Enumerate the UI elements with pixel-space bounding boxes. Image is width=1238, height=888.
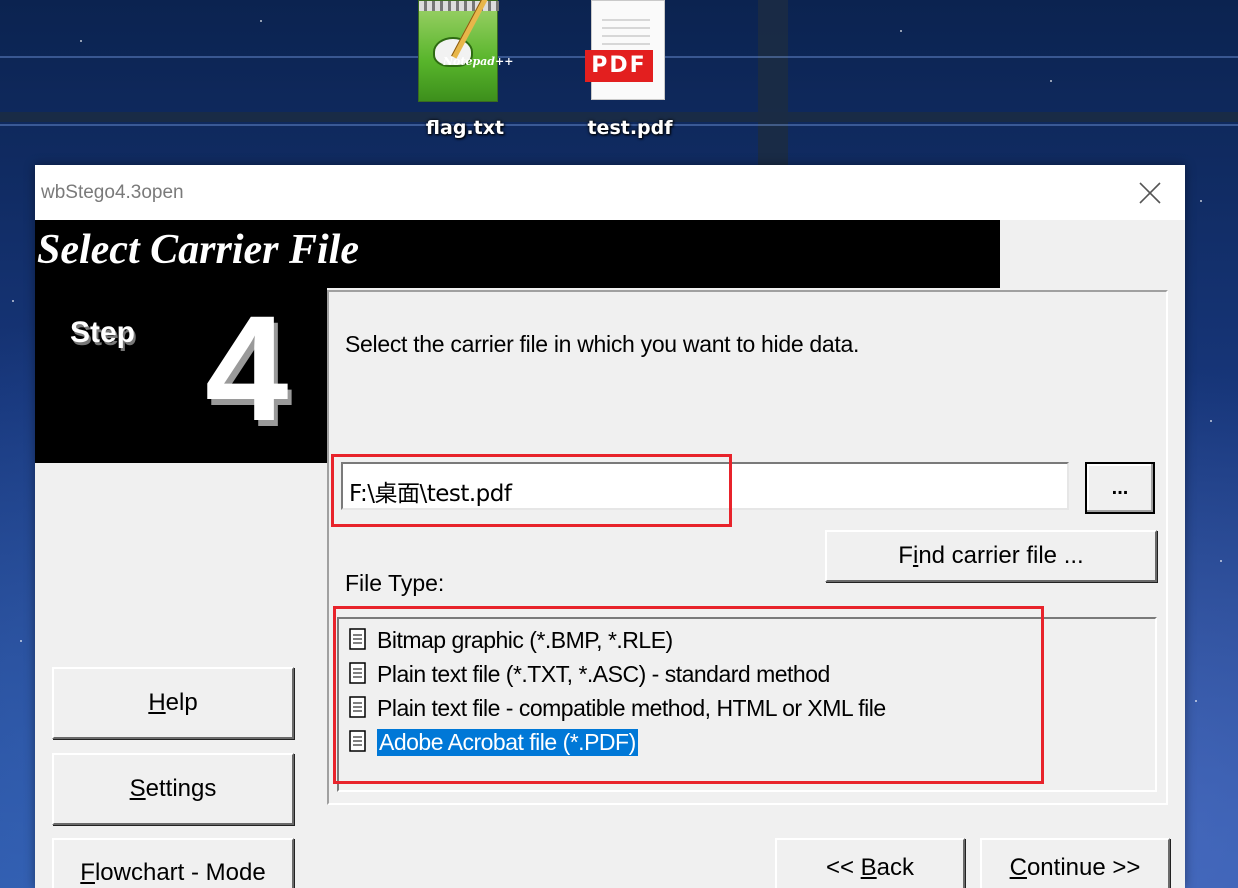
close-icon — [1139, 181, 1161, 204]
document-icon — [349, 696, 366, 718]
wbstego-window: wbStego4.3open Select Carrier File Step … — [35, 165, 1185, 888]
list-item-label: Plain text file (*.TXT, *.ASC) - standar… — [377, 660, 830, 687]
continue-label: ontinue >> — [1026, 854, 1141, 881]
document-icon — [349, 628, 366, 650]
step-number: 4 — [205, 284, 289, 452]
instruction-text: Select the carrier file in which you wan… — [345, 331, 860, 357]
settings-accel: S — [129, 775, 146, 802]
step-indicator: Step 4 — [35, 288, 327, 463]
browse-button[interactable]: ... — [1085, 462, 1155, 514]
star — [80, 40, 82, 42]
list-item-selected[interactable]: Adobe Acrobat file (*.PDF) — [347, 725, 1155, 759]
header-band: Select Carrier File — [35, 220, 1000, 288]
list-item-label: Bitmap graphic (*.BMP, *.RLE) — [377, 626, 673, 653]
back-button[interactable]: << Back — [775, 838, 965, 888]
file-type-label: File Type: — [345, 570, 445, 596]
star — [12, 300, 14, 302]
continue-accel: C — [1009, 854, 1027, 881]
list-item-label: Plain text file - compatible method, HTM… — [377, 694, 886, 721]
pdf-badge: PDF — [585, 50, 653, 82]
star — [20, 640, 22, 642]
window-title: wbStego4.3open — [41, 182, 184, 203]
content-panel: Select the carrier file in which you wan… — [327, 290, 1168, 805]
star — [260, 20, 262, 22]
help-label: elp — [165, 689, 198, 716]
close-button[interactable] — [1115, 165, 1185, 220]
list-item[interactable]: Plain text file (*.TXT, *.ASC) - standar… — [347, 657, 1155, 691]
back-accel: B — [860, 854, 877, 881]
find-label-prefix: F — [898, 542, 913, 569]
document-icon — [349, 730, 366, 752]
star — [1200, 200, 1202, 202]
carrier-file-path-input[interactable]: F:\桌面\test.pdf — [341, 462, 1069, 510]
list-item[interactable]: Plain text file - compatible method, HTM… — [347, 691, 1155, 725]
desktop-icon-label: flag.txt — [425, 117, 505, 139]
find-carrier-file-button[interactable]: Fi nd carrier file ... — [825, 530, 1157, 582]
star — [900, 30, 902, 32]
desktop-icon-label: test.pdf — [587, 117, 673, 139]
help-button[interactable]: Help — [52, 667, 294, 739]
title-bar[interactable]: wbStego4.3open — [35, 165, 1185, 220]
back-prefix: << — [825, 854, 861, 881]
list-item[interactable]: Bitmap graphic (*.BMP, *.RLE) — [347, 623, 1155, 657]
flowchart-label: lowchart - Mode — [94, 859, 266, 886]
star — [1050, 80, 1052, 82]
flowchart-mode-button[interactable]: Flowchart - Mode — [52, 838, 294, 888]
settings-button[interactable]: Settings — [52, 753, 294, 825]
back-label: ack — [876, 854, 915, 881]
flowchart-accel: F — [80, 859, 95, 886]
document-icon — [349, 662, 366, 684]
continue-button[interactable]: Continue >> — [980, 838, 1170, 888]
file-type-list[interactable]: Bitmap graphic (*.BMP, *.RLE) Plain text… — [337, 617, 1157, 792]
star — [1220, 560, 1222, 562]
settings-label: ettings — [145, 775, 217, 802]
star — [1195, 700, 1197, 702]
background-frame-post — [758, 0, 788, 170]
star — [1210, 420, 1212, 422]
find-label-suffix: nd carrier file ... — [918, 542, 1084, 569]
step-label: Step — [70, 316, 136, 349]
list-item-label: Adobe Acrobat file (*.PDF) — [377, 728, 638, 756]
help-accel: H — [148, 689, 166, 716]
page-title: Select Carrier File — [37, 227, 359, 273]
